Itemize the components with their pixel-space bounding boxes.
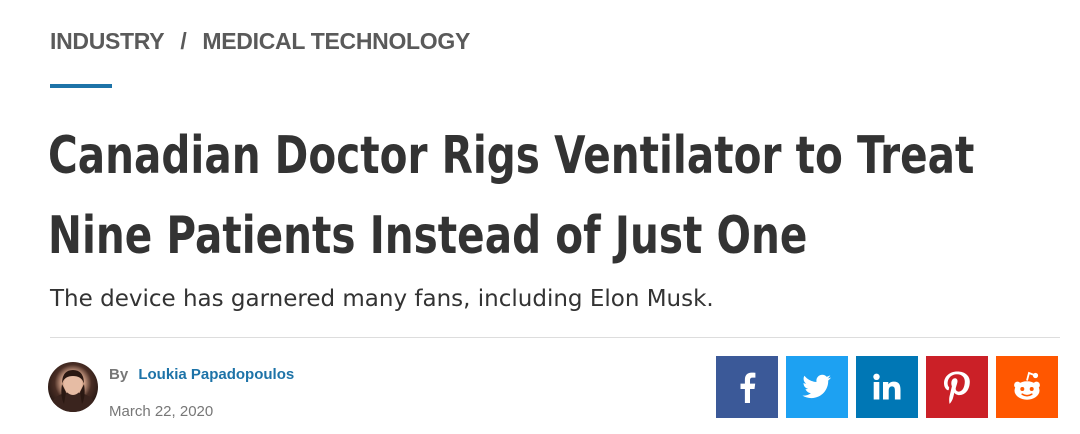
byline: By Loukia Papadopoulos: [109, 366, 294, 383]
pinterest-icon: [944, 371, 970, 404]
breadcrumb-separator: /: [180, 28, 187, 54]
breadcrumb: INDUSTRY / MEDICAL TECHNOLOGY: [50, 28, 470, 55]
divider: [50, 337, 1060, 338]
breadcrumb-item-industry[interactable]: INDUSTRY: [50, 28, 165, 55]
share-bar: [716, 356, 1058, 418]
author-link[interactable]: Loukia Papadopoulos: [138, 366, 294, 383]
twitter-icon: [802, 374, 831, 399]
publish-date: March 22, 2020: [109, 403, 214, 420]
reddit-icon: [1014, 371, 1040, 400]
share-pinterest-button[interactable]: [926, 356, 988, 418]
article-headline: Canadian Doctor Rigs Ventilator to Treat…: [48, 116, 1062, 276]
linkedin-icon: [873, 373, 901, 400]
headline-line-2: Nine Patients Instead of Just One: [48, 206, 808, 266]
share-linkedin-button[interactable]: [856, 356, 918, 418]
article-subtitle: The device has garnered many fans, inclu…: [50, 286, 714, 312]
share-twitter-button[interactable]: [786, 356, 848, 418]
headline-line-1: Canadian Doctor Rigs Ventilator to Treat: [48, 126, 975, 186]
byline-prefix: By: [109, 366, 129, 383]
breadcrumb-item-medical-technology[interactable]: MEDICAL TECHNOLOGY: [202, 28, 470, 55]
facebook-icon: [740, 372, 756, 403]
share-facebook-button[interactable]: [716, 356, 778, 418]
share-reddit-button[interactable]: [996, 356, 1058, 418]
author-avatar[interactable]: [48, 362, 98, 412]
accent-bar: [50, 84, 112, 88]
